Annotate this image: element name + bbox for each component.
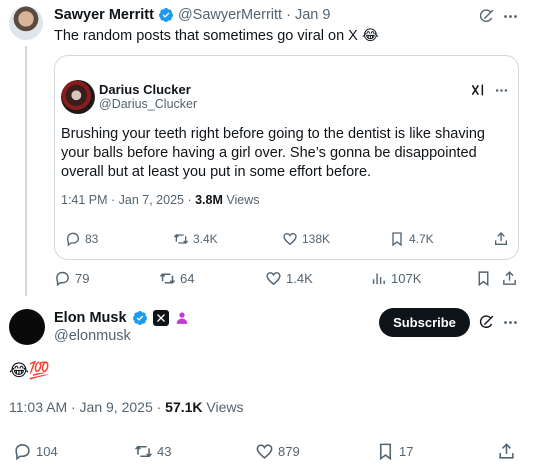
repost-count: 3.4K (193, 232, 218, 246)
share-button[interactable] (501, 270, 518, 287)
share-icon (503, 271, 516, 285)
reply-text: 😂💯 (9, 361, 51, 380)
reply-meta: 11:03 AM · Jan 9, 2025 · 57.1K Views (9, 399, 244, 415)
bookmark-icon (478, 271, 489, 287)
repost-count: 64 (180, 271, 195, 286)
reply-icon (15, 443, 30, 461)
views-icon (372, 273, 385, 285)
repost-button[interactable]: 64 (159, 270, 194, 287)
reply-action-bar: 104 43 879 17 (9, 442, 521, 462)
quoted-post-card[interactable]: Darius Clucker @Darius_Clucker Brushing … (54, 55, 519, 260)
views-label: Views (222, 193, 260, 207)
repost-icon (135, 445, 152, 458)
bookmark-count: 4.7K (409, 232, 434, 246)
repost-button[interactable]: 43 (134, 442, 171, 461)
reply-button[interactable]: 83 (65, 231, 98, 247)
like-icon (283, 232, 297, 246)
thread-line (25, 46, 27, 296)
more-icon[interactable] (494, 83, 509, 101)
post-text: The random posts that sometimes go viral… (54, 28, 379, 44)
reply-icon (66, 232, 80, 247)
like-icon (256, 444, 273, 459)
grok-icon[interactable] (471, 83, 487, 100)
grok-icon[interactable] (477, 7, 495, 25)
share-button[interactable] (493, 231, 509, 247)
share-icon (499, 443, 514, 459)
quoted-post-text: Brushing your teeth right before going t… (61, 126, 485, 180)
views-count: 3.8M (195, 193, 223, 207)
avatar[interactable] (9, 6, 43, 40)
reply-count: 104 (36, 444, 58, 459)
author-name[interactable]: Elon Musk (54, 310, 127, 326)
repost-icon (159, 273, 176, 284)
more-icon[interactable] (501, 313, 519, 331)
grok-icon[interactable] (477, 313, 495, 331)
reply-count: 79 (75, 271, 90, 286)
like-button[interactable]: 879 (255, 442, 300, 461)
subscribe-button[interactable]: Subscribe (379, 308, 470, 337)
like-button[interactable]: 138K (282, 231, 330, 247)
like-count: 138K (302, 232, 331, 246)
share-button[interactable] (497, 442, 516, 461)
like-icon (266, 272, 281, 286)
post-header: Sawyer Merritt @SawyerMerritt · Jan 9 (54, 7, 330, 23)
reply-count: 83 (85, 232, 99, 246)
more-icon[interactable] (501, 7, 519, 25)
views-label: Views (202, 399, 244, 415)
reply-header: Elon Musk (54, 310, 190, 326)
x-affiliate-icon[interactable] (152, 310, 169, 326)
share-icon (495, 232, 507, 245)
repost-button[interactable]: 3.4K (173, 231, 218, 247)
author-handle[interactable]: @SawyerMerritt (178, 7, 282, 23)
author-name[interactable]: Sawyer Merritt (54, 7, 154, 23)
avatar[interactable] (61, 80, 95, 114)
verified-icon (132, 311, 147, 325)
post-action-bar: 79 64 1.4K 107K (54, 270, 520, 290)
views-button[interactable]: 107K (370, 270, 421, 287)
reply-icon (56, 271, 69, 287)
views-count: 57.1K (165, 399, 203, 415)
reply-button[interactable]: 104 (13, 442, 58, 461)
repost-icon (173, 234, 189, 244)
bookmark-icon (392, 232, 402, 247)
avatar[interactable] (9, 309, 45, 345)
author-handle[interactable]: @elonmusk (54, 328, 131, 344)
reply-button[interactable]: 79 (54, 270, 89, 287)
timestamp[interactable]: 1:41 PM · Jan 7, 2025 · (61, 193, 195, 207)
repost-count: 43 (157, 444, 172, 459)
bookmark-button[interactable]: 4.7K (389, 231, 434, 247)
bookmark-button[interactable] (475, 270, 492, 287)
post-date[interactable]: Jan 9 (295, 7, 330, 23)
quoted-author-name[interactable]: Darius Clucker (99, 82, 191, 97)
separator: · (286, 7, 291, 23)
quoted-post-meta: 1:41 PM · Jan 7, 2025 · 3.8M Views (61, 193, 260, 207)
timestamp[interactable]: 11:03 AM · Jan 9, 2025 · (9, 399, 165, 415)
verified-icon (158, 8, 173, 22)
like-button[interactable]: 1.4K (265, 270, 313, 287)
bookmark-button[interactable]: 17 (376, 442, 413, 461)
bookmark-icon (379, 443, 392, 461)
quoted-author-handle[interactable]: @Darius_Clucker (99, 97, 197, 111)
person-badge-icon[interactable] (174, 310, 190, 326)
like-count: 879 (278, 444, 300, 459)
quoted-action-bar: 83 3.4K 138K 4.7K (61, 231, 511, 249)
bookmark-count: 17 (399, 444, 414, 459)
like-count: 1.4K (286, 271, 313, 286)
views-count: 107K (391, 271, 422, 286)
